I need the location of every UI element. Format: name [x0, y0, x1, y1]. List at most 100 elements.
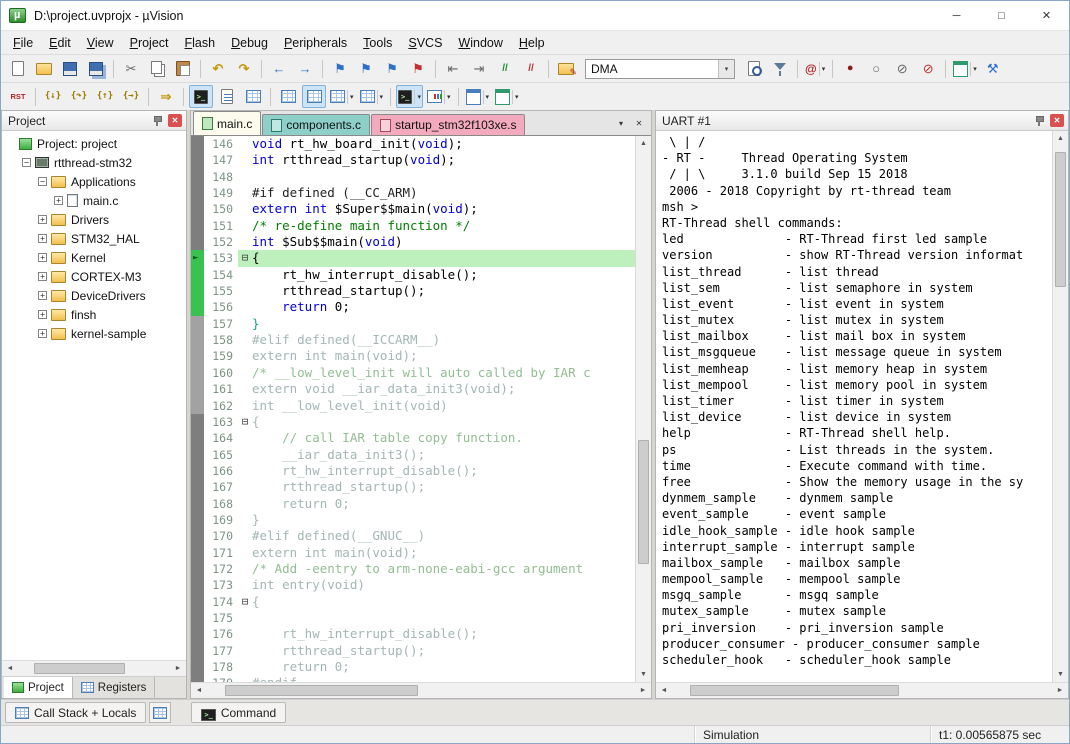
fold-marker[interactable] [238, 332, 252, 348]
fold-marker[interactable] [238, 512, 252, 528]
tree-expander[interactable]: + [54, 196, 63, 205]
fold-marker[interactable] [238, 675, 252, 682]
code-line[interactable]: 147 int rtthread_startup(void); [191, 152, 635, 168]
breakpoint-margin[interactable] [191, 348, 204, 364]
menu-tools[interactable]: Tools [355, 33, 400, 53]
show-next-statement-button[interactable]: ⇒ [154, 85, 178, 108]
previous-bookmark-button[interactable]: ⚑ [354, 57, 378, 80]
code-line[interactable]: 175 [191, 610, 635, 626]
tab-list-dropdown-button[interactable]: ▾ [613, 116, 629, 131]
breakpoint-margin[interactable] [191, 283, 204, 299]
find-text-combo[interactable]: DMA ▾ [585, 59, 735, 79]
tree-expander[interactable]: − [22, 158, 31, 167]
save-all-button[interactable] [84, 57, 108, 80]
fold-marker[interactable] [238, 267, 252, 283]
scroll-right-arrow[interactable]: ► [170, 661, 186, 677]
code-line[interactable]: 153 ⊟ { [191, 250, 635, 266]
breakpoint-margin[interactable] [191, 169, 204, 185]
disable-all-breakpoints-button[interactable]: ⊘ [890, 57, 914, 80]
tree-expander[interactable]: + [38, 253, 47, 262]
window-layout-button[interactable]: ▾ [951, 57, 979, 80]
search-in-page-button[interactable] [742, 57, 766, 80]
tree-expander[interactable]: + [38, 272, 47, 281]
tree-item-project-root[interactable]: Project: project [2, 134, 186, 153]
tab-registers[interactable]: Registers [73, 677, 156, 698]
code-line[interactable]: 178 return 0; [191, 659, 635, 675]
scroll-thumb[interactable] [690, 685, 899, 696]
menu-flash[interactable]: Flash [177, 33, 224, 53]
configuration-wrench-button[interactable]: ⚒ [981, 57, 1005, 80]
fold-marker[interactable]: ⊟ [238, 594, 252, 610]
tree-expander[interactable]: + [38, 215, 47, 224]
fold-marker[interactable] [238, 545, 252, 561]
scroll-left-arrow[interactable]: ◄ [656, 683, 672, 699]
tab-project[interactable]: Project [4, 677, 73, 698]
fold-marker[interactable] [238, 398, 252, 414]
breakpoint-margin[interactable] [191, 659, 204, 675]
disassembly-window-button[interactable] [215, 85, 239, 108]
tree-item-kernel[interactable]: + Kernel [2, 248, 186, 267]
registers-window-button[interactable] [276, 85, 300, 108]
uart-horizontal-scrollbar[interactable]: ◄ ► [656, 682, 1068, 698]
breakpoint-margin[interactable] [191, 675, 204, 682]
redo-button[interactable]: ↷ [232, 57, 256, 80]
menu-window[interactable]: Window [450, 33, 510, 53]
scroll-up-arrow[interactable]: ▲ [1053, 131, 1068, 146]
new-file-button[interactable] [6, 57, 30, 80]
code-line[interactable]: 156 return 0; [191, 299, 635, 315]
fold-marker[interactable] [238, 152, 252, 168]
fold-marker[interactable] [238, 218, 252, 234]
code-area[interactable]: 146 void rt_hw_board_init(void); 147 int… [191, 136, 635, 682]
pin-icon[interactable] [150, 114, 164, 128]
uart-vertical-scrollbar[interactable]: ▲ ▼ [1052, 131, 1068, 682]
menu-edit[interactable]: Edit [41, 33, 79, 53]
tree-item-cortex-m3[interactable]: + CORTEX-M3 [2, 267, 186, 286]
maximize-button[interactable]: □ [979, 1, 1024, 30]
breakpoint-margin[interactable] [191, 626, 204, 642]
tree-expander[interactable]: + [38, 329, 47, 338]
breakpoint-margin[interactable] [191, 594, 204, 610]
incremental-find-button[interactable]: @▾ [803, 57, 827, 80]
symbols-window-button[interactable] [241, 85, 265, 108]
next-bookmark-button[interactable]: ⚑ [380, 57, 404, 80]
close-file-button[interactable]: ✕ [631, 116, 647, 131]
code-line[interactable]: 163 ⊟ { [191, 414, 635, 430]
enable-disable-breakpoint-button[interactable]: ○ [864, 57, 888, 80]
step-over-button[interactable]: {↷} [67, 85, 91, 108]
tree-expander[interactable]: + [38, 310, 47, 319]
breakpoint-margin[interactable] [191, 267, 204, 283]
toolbox-button[interactable]: ▾ [493, 85, 521, 108]
menu-file[interactable]: File [5, 33, 41, 53]
code-line[interactable]: 157 } [191, 316, 635, 332]
code-line[interactable]: 160 /* __low_level_init will auto called… [191, 365, 635, 381]
fold-marker[interactable] [238, 283, 252, 299]
breakpoint-margin[interactable] [191, 545, 204, 561]
close-icon[interactable]: ✕ [1050, 114, 1064, 127]
code-line[interactable]: 161 extern void __iar_data_init3(void); [191, 381, 635, 397]
serial-windows-button[interactable]: ▾ [396, 85, 423, 108]
breakpoint-margin[interactable] [191, 381, 204, 397]
fold-marker[interactable]: ⊟ [238, 250, 252, 266]
breakpoint-margin[interactable] [191, 299, 204, 315]
breakpoint-margin[interactable] [191, 414, 204, 430]
kill-all-breakpoints-button[interactable]: ⊘ [916, 57, 940, 80]
scroll-thumb[interactable] [638, 440, 649, 564]
breakpoint-margin[interactable] [191, 234, 204, 250]
tree-expander[interactable]: + [38, 234, 47, 243]
tree-expander[interactable]: − [38, 177, 47, 186]
copy-button[interactable] [145, 57, 169, 80]
breakpoint-margin[interactable] [191, 561, 204, 577]
breakpoint-margin[interactable] [191, 512, 204, 528]
tree-expander[interactable]: + [38, 291, 47, 300]
breakpoint-margin[interactable] [191, 250, 204, 266]
project-tree-horizontal-scrollbar[interactable]: ◄ ► [2, 660, 186, 676]
scroll-thumb[interactable] [34, 663, 125, 674]
scroll-right-arrow[interactable]: ► [1052, 683, 1068, 699]
fold-marker[interactable] [238, 496, 252, 512]
fold-marker[interactable] [238, 626, 252, 642]
breakpoint-margin[interactable] [191, 218, 204, 234]
save-button[interactable] [58, 57, 82, 80]
analysis-windows-button[interactable]: ▾ [425, 85, 453, 108]
minimize-button[interactable]: ─ [934, 1, 979, 30]
cut-button[interactable]: ✂ [119, 57, 143, 80]
